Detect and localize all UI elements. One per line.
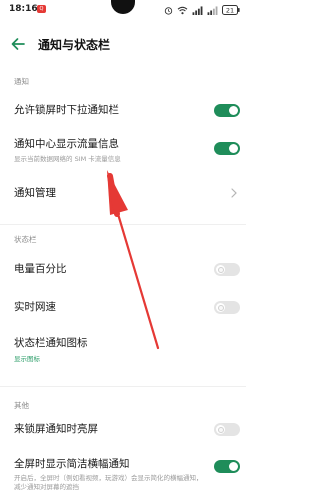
setting-title: 来锁屏通知时亮屏 xyxy=(14,423,98,435)
setting-lockscreen-wake[interactable]: 来锁屏通知时亮屏 xyxy=(0,414,246,444)
signal-icon xyxy=(207,5,218,15)
setting-net-speed[interactable]: 实时网速 xyxy=(0,292,246,322)
section-divider xyxy=(0,224,246,225)
battery-percent-toggle[interactable] xyxy=(214,263,240,276)
section-divider xyxy=(0,386,246,387)
section-header-other: 其他 xyxy=(14,401,29,410)
notification-badge-icon: Q xyxy=(37,5,46,13)
status-bar: 18:16 Q 21 xyxy=(0,0,246,20)
chevron-right-icon xyxy=(231,188,237,198)
page-title: 通知与状态栏 xyxy=(38,38,111,52)
setting-battery-percent[interactable]: 电量百分比 xyxy=(0,254,246,284)
battery-icon: 21 xyxy=(222,5,240,15)
setting-subtitle: 显示图标 xyxy=(14,355,40,363)
setting-notification-management[interactable]: 通知管理 xyxy=(0,178,246,208)
status-time: 18:16 xyxy=(9,4,38,14)
setting-title: 通知管理 xyxy=(14,187,56,199)
setting-title: 通知中心显示流量信息 xyxy=(14,138,119,150)
setting-lockscreen-pulldown[interactable]: 允许锁屏时下拉通知栏 xyxy=(0,95,246,125)
signal-icon xyxy=(192,5,203,15)
fullscreen-banner-toggle[interactable] xyxy=(214,460,240,473)
section-header-statusbar: 状态栏 xyxy=(14,235,37,244)
setting-title: 电量百分比 xyxy=(14,263,67,275)
back-arrow-icon[interactable] xyxy=(10,36,26,52)
setting-fullscreen-banner[interactable]: 全屏时显示简洁横幅通知 开启后，全屏时（例如看视频，玩游戏）会显示简化的横幅通知… xyxy=(0,452,246,500)
camera-notch xyxy=(111,0,135,14)
section-header-notify: 通知 xyxy=(14,77,29,86)
setting-statusbar-icons[interactable]: 状态栏通知图标 显示图标 xyxy=(0,330,246,370)
alarm-icon xyxy=(164,6,173,15)
lockscreen-pulldown-toggle[interactable] xyxy=(214,104,240,117)
setting-data-usage[interactable]: 通知中心显示流量信息 显示当前数据网络的 SIM 卡流量信息 xyxy=(0,132,246,170)
setting-title: 允许锁屏时下拉通知栏 xyxy=(14,104,119,116)
battery-level: 21 xyxy=(226,7,234,15)
setting-subtitle: 显示当前数据网络的 SIM 卡流量信息 xyxy=(14,155,121,163)
lockscreen-wake-toggle[interactable] xyxy=(214,423,240,436)
data-usage-toggle[interactable] xyxy=(214,142,240,155)
setting-title: 全屏时显示简洁横幅通知 xyxy=(14,458,130,470)
setting-subtitle: 开启后，全屏时（例如看视频，玩游戏）会显示简化的横幅通知，减少通知对屏幕的遮挡 xyxy=(14,474,203,491)
wifi-icon xyxy=(177,6,188,14)
page-header: 通知与状态栏 xyxy=(0,28,246,60)
net-speed-toggle[interactable] xyxy=(214,301,240,314)
status-icons: 21 xyxy=(164,4,240,16)
setting-title: 实时网速 xyxy=(14,301,56,313)
setting-title: 状态栏通知图标 xyxy=(14,337,88,349)
